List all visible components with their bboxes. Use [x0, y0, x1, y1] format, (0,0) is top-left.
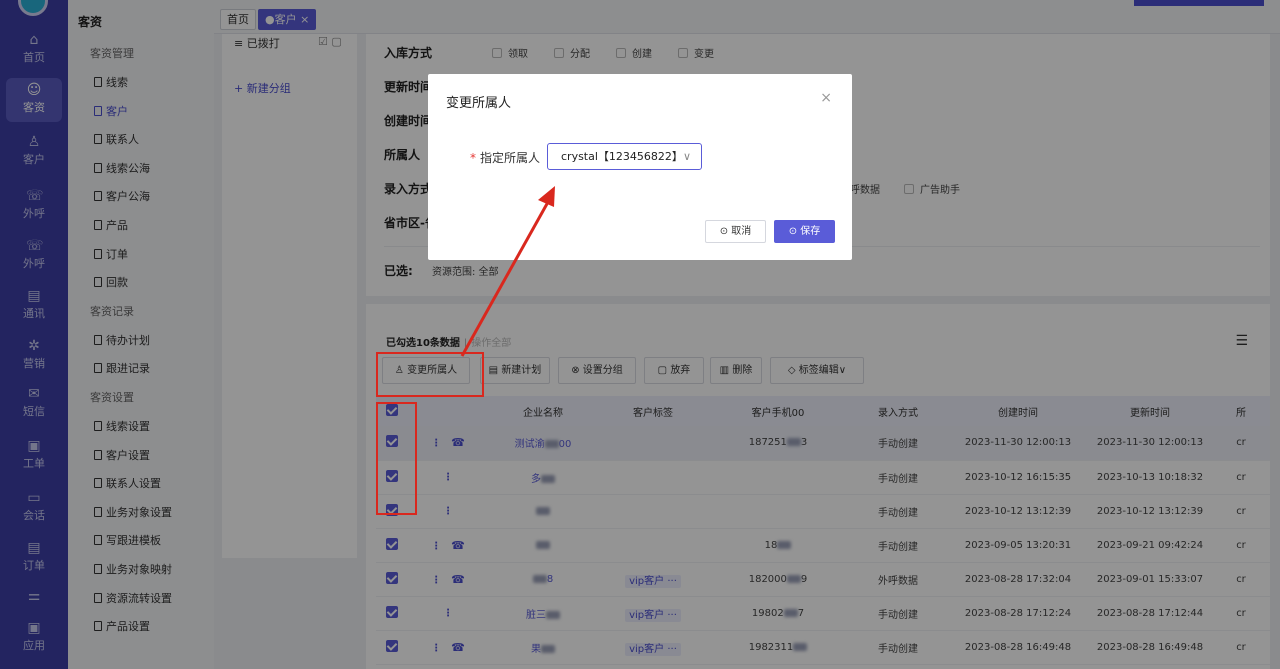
annotation-arrow-icon	[460, 186, 555, 357]
